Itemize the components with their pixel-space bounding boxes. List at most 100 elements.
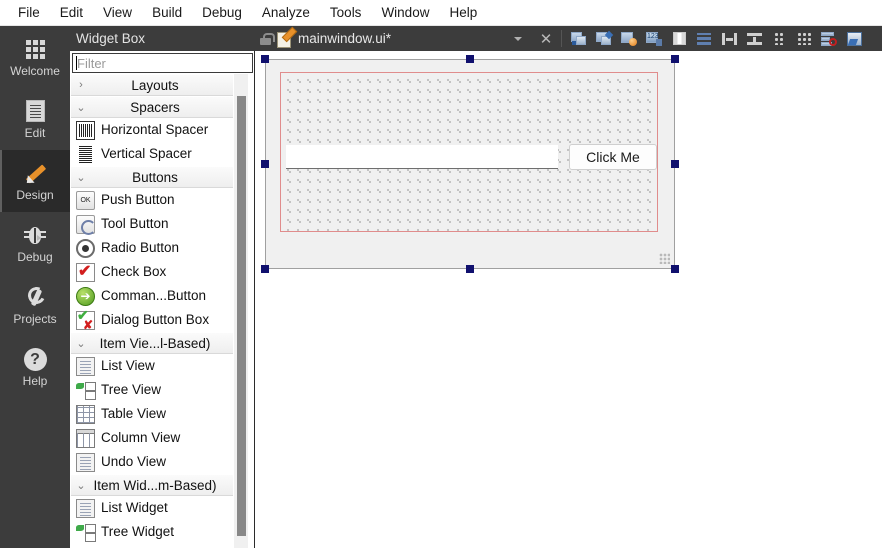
widget-item-tree-widget[interactable]: Tree Widget [71, 520, 233, 544]
widget-item-dialog-button-box[interactable]: Dialog Button Box [71, 307, 233, 332]
mode-button-debug[interactable]: Debug [0, 212, 70, 274]
lay-out-vertically-in-splitter-icon[interactable] [693, 28, 715, 49]
mode-button-welcome[interactable]: Welcome [0, 26, 70, 88]
bug-icon [23, 222, 47, 248]
question-mark-icon: ? [23, 346, 47, 372]
widget-item-table-view[interactable]: Table View [71, 402, 233, 426]
widget-box-section-buttons[interactable]: ⌄ Buttons [71, 166, 233, 188]
mode-button-projects[interactable]: Projects [0, 274, 70, 336]
widget-item-radio-button[interactable]: Radio Button [71, 236, 233, 260]
mode-label-debug: Debug [17, 250, 53, 264]
lay-out-in-grid-icon[interactable]: 123 [643, 28, 665, 49]
widget-item-label: List View [101, 358, 155, 373]
resize-handle-middle-right[interactable] [671, 160, 679, 168]
section-label: Layouts [131, 77, 179, 93]
tab-mainwindow-ui[interactable]: mainwindow.ui* [255, 26, 535, 51]
menu-item-window[interactable]: Window [371, 1, 439, 25]
line-edit-widget[interactable] [286, 145, 558, 169]
resize-handle-middle-left[interactable] [261, 160, 269, 168]
widget-box-filter-input[interactable]: Filter [72, 53, 253, 73]
resize-handle-bottom-right[interactable] [671, 265, 679, 273]
push-button-label: Click Me [586, 149, 640, 165]
widget-item-label: Tree View [101, 382, 162, 397]
widget-box-scrollbar[interactable] [234, 74, 248, 548]
mode-label-projects: Projects [13, 312, 57, 326]
qt-creator-window: File Edit View Build Debug Analyze Tools… [0, 0, 882, 548]
widget-box-title: Widget Box [70, 26, 255, 51]
lay-out-vertically-icon[interactable] [618, 28, 640, 49]
mode-label-help: Help [22, 374, 48, 388]
tree-widget-icon [76, 523, 96, 542]
form-design-canvas[interactable]: Click Me [255, 51, 882, 548]
menu-item-debug[interactable]: Debug [192, 1, 252, 25]
column-view-icon [76, 428, 95, 448]
edit-buddies-icon[interactable] [793, 28, 815, 49]
menu-item-tools[interactable]: Tools [320, 1, 372, 25]
break-layout-icon[interactable] [743, 28, 765, 49]
tool-button-icon [76, 214, 96, 235]
widget-box-list[interactable]: › Layouts ⌄ Spacers Horizontal Spacer Ve… [71, 74, 254, 548]
menu-item-file[interactable]: File [8, 1, 50, 25]
adjust-size-icon[interactable] [568, 28, 590, 49]
mode-button-edit[interactable]: Edit [0, 88, 70, 150]
section-label: Spacers [130, 99, 180, 115]
menu-bar: File Edit View Build Debug Analyze Tools… [0, 0, 882, 26]
chevron-down-icon[interactable] [507, 26, 529, 51]
wrench-icon [23, 284, 47, 310]
menu-item-view[interactable]: View [93, 1, 142, 25]
menu-item-help[interactable]: Help [439, 1, 487, 25]
mode-label-edit: Edit [24, 126, 46, 140]
menu-item-build[interactable]: Build [142, 1, 192, 25]
chevron-right-icon: › [79, 79, 83, 91]
size-grip-icon[interactable] [659, 253, 670, 264]
ui-file-icon [277, 31, 292, 48]
widget-item-label: Comman...Button [101, 288, 207, 303]
widget-item-vertical-spacer[interactable]: Vertical Spacer [71, 142, 233, 166]
resize-handle-bottom-center[interactable] [466, 265, 474, 273]
widget-item-label: Horizontal Spacer [101, 122, 209, 137]
lay-out-horizontally-icon[interactable] [593, 28, 615, 49]
widget-item-tree-view[interactable]: Tree View [71, 378, 233, 402]
widget-box-section-item-views[interactable]: ⌄ Item Vie...l-Based) [71, 332, 233, 354]
widget-item-label: Table View [101, 406, 167, 421]
menu-item-edit[interactable]: Edit [50, 1, 93, 25]
lay-out-horizontally-in-splitter-icon[interactable] [668, 28, 690, 49]
close-icon[interactable]: ✕ [535, 26, 557, 51]
resize-handle-top-right[interactable] [671, 55, 679, 63]
widget-item-command-link-button[interactable]: ➔ Comman...Button [71, 284, 233, 308]
mode-selector-bar: Welcome Edit Design Debug Projects ? Hel… [0, 26, 70, 548]
undo-view-icon [76, 452, 95, 472]
simplify-grid-layout-icon[interactable] [768, 28, 790, 49]
widget-item-push-button[interactable]: OK Push Button [71, 188, 233, 212]
menu-item-analyze[interactable]: Analyze [252, 1, 320, 25]
widget-item-horizontal-spacer[interactable]: Horizontal Spacer [71, 118, 233, 142]
vertical-spacer-icon [76, 144, 95, 164]
widget-box-section-item-widgets[interactable]: ⌄ Item Wid...m-Based) [71, 474, 233, 496]
tab-filename: mainwindow.ui* [298, 31, 392, 46]
edit-signals-slots-icon[interactable] [843, 28, 865, 49]
mode-button-help[interactable]: ? Help [0, 336, 70, 398]
radio-button-icon [76, 238, 95, 258]
widget-item-column-view[interactable]: Column View [71, 426, 233, 450]
widget-item-check-box[interactable]: Check Box [71, 260, 233, 284]
resize-handle-top-left[interactable] [261, 55, 269, 63]
widget-item-tool-button[interactable]: Tool Button [71, 212, 233, 236]
form-main-window[interactable]: Click Me [265, 59, 675, 269]
unlocked-padlock-icon[interactable] [260, 32, 275, 45]
mode-button-design[interactable]: Design [0, 150, 70, 212]
resize-handle-top-center[interactable] [466, 55, 474, 63]
widget-box-scrollbar-thumb[interactable] [237, 96, 246, 536]
push-button-widget[interactable]: Click Me [569, 144, 657, 170]
widget-item-list-view[interactable]: List View [71, 354, 233, 378]
widget-item-label: Column View [101, 430, 181, 445]
section-label: Item Vie...l-Based) [99, 335, 211, 351]
widget-item-undo-view[interactable]: Undo View [71, 450, 233, 474]
widget-box-section-layouts[interactable]: › Layouts [71, 74, 233, 96]
form-editor-toolbar: 123 [566, 28, 865, 49]
lay-out-form-layout-icon[interactable] [718, 28, 740, 49]
resize-handle-bottom-left[interactable] [261, 265, 269, 273]
widget-box-section-spacers[interactable]: ⌄ Spacers [71, 96, 233, 118]
widget-item-label: Vertical Spacer [101, 146, 192, 161]
edit-tab-order-icon[interactable] [818, 28, 840, 49]
widget-item-list-widget[interactable]: List Widget [71, 496, 233, 520]
